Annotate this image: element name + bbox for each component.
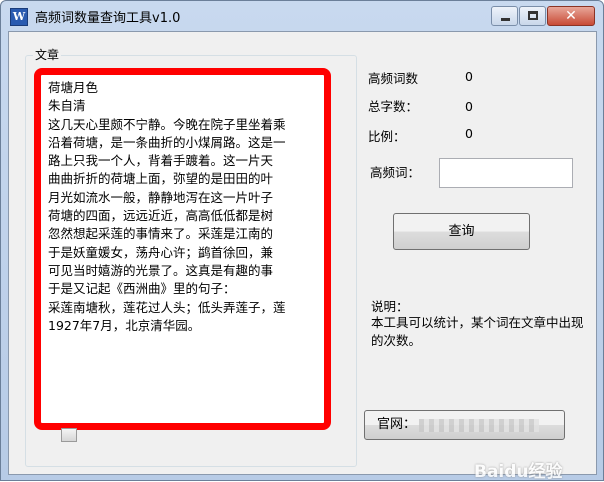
keyword-label: 高频词： <box>370 165 421 180</box>
article-line: 荷塘的四面，远远近近，高高低低都是树 <box>48 208 274 224</box>
article-line: 月光如流水一般，静静地泻在这一片叶子 <box>48 189 274 205</box>
article-line: 1927年7月，北京清华园。 <box>48 317 201 333</box>
title-bar[interactable]: W 高频词数量查询工具v1.0 ✕ <box>1 1 603 31</box>
watermark: Baidu经验 <box>474 462 563 482</box>
article-line: 于是又记起《西洲曲》里的句子： <box>48 281 236 297</box>
article-line: 朱自清 <box>48 98 86 114</box>
ratio-label: 比例： <box>368 129 406 144</box>
note-body: 本工具可以统计，某个词在文章中出现的次数。 <box>371 315 584 348</box>
redacted-url <box>419 419 539 432</box>
query-button[interactable]: 查询 <box>393 213 530 250</box>
client-area: 文章 荷塘月色朱自清这几天心里颇不宁静。今晚在院子里坐着乘 沿着荷塘，是一条曲折的… <box>8 31 597 482</box>
article-line: 曲曲折折的荷塘上面，弥望的是田田的叶 <box>48 171 274 187</box>
article-textarea[interactable]: 荷塘月色朱自清这几天心里颇不宁静。今晚在院子里坐着乘 沿着荷塘，是一条曲折的小煤屑… <box>34 68 331 430</box>
article-line: 荷塘月色 <box>48 80 99 95</box>
article-group-label: 文章 <box>33 46 62 63</box>
freq-count-value: 0 <box>465 69 473 84</box>
article-line: 可见当时嬉游的光景了。这真是有趣的事 <box>48 262 274 278</box>
note-title: 说明： <box>371 299 409 314</box>
scrollbar-thumb[interactable] <box>61 428 77 442</box>
article-line: 路上只我一个人，背着手踱着。这一片天 <box>48 153 274 169</box>
total-chars-value: 0 <box>465 99 473 114</box>
article-line: 忽然想起采莲的事情来了。采莲是江南的 <box>48 226 274 242</box>
official-site-button[interactable]: 官网： <box>364 410 565 440</box>
article-line: 这几天心里颇不宁静。今晚在院子里坐着乘 <box>48 116 286 132</box>
keyword-input[interactable] <box>439 158 573 188</box>
freq-count-label: 高频词数 <box>368 71 419 86</box>
word-app-icon: W <box>10 8 28 26</box>
maximize-icon <box>528 11 538 20</box>
close-button[interactable]: ✕ <box>547 6 595 26</box>
app-window: W 高频词数量查询工具v1.0 ✕ 文章 荷塘月色朱自清这几天心里颇不宁静。今晚… <box>0 0 604 482</box>
article-text: 荷塘月色朱自清这几天心里颇不宁静。今晚在院子里坐着乘 沿着荷塘，是一条曲折的小煤屑… <box>48 79 324 335</box>
article-line: 于是妖童媛女，荡舟心许；鹢首徐回，兼 <box>48 244 274 260</box>
window-title: 高频词数量查询工具v1.0 <box>35 11 181 26</box>
ratio-value: 0 <box>465 126 473 141</box>
minimize-icon <box>501 18 510 21</box>
article-line: 采莲南塘秋，莲花过人头；低头弄莲子，莲 <box>48 299 286 315</box>
close-icon: ✕ <box>565 8 577 24</box>
official-site-label: 官网： <box>377 417 417 432</box>
maximize-button[interactable] <box>519 6 546 26</box>
horizontal-scrollbar[interactable] <box>43 428 79 442</box>
minimize-button[interactable] <box>491 6 518 26</box>
article-line: 沿着荷塘，是一条曲折的小煤屑路。这是一 <box>48 134 286 150</box>
total-chars-label: 总字数： <box>368 99 419 114</box>
